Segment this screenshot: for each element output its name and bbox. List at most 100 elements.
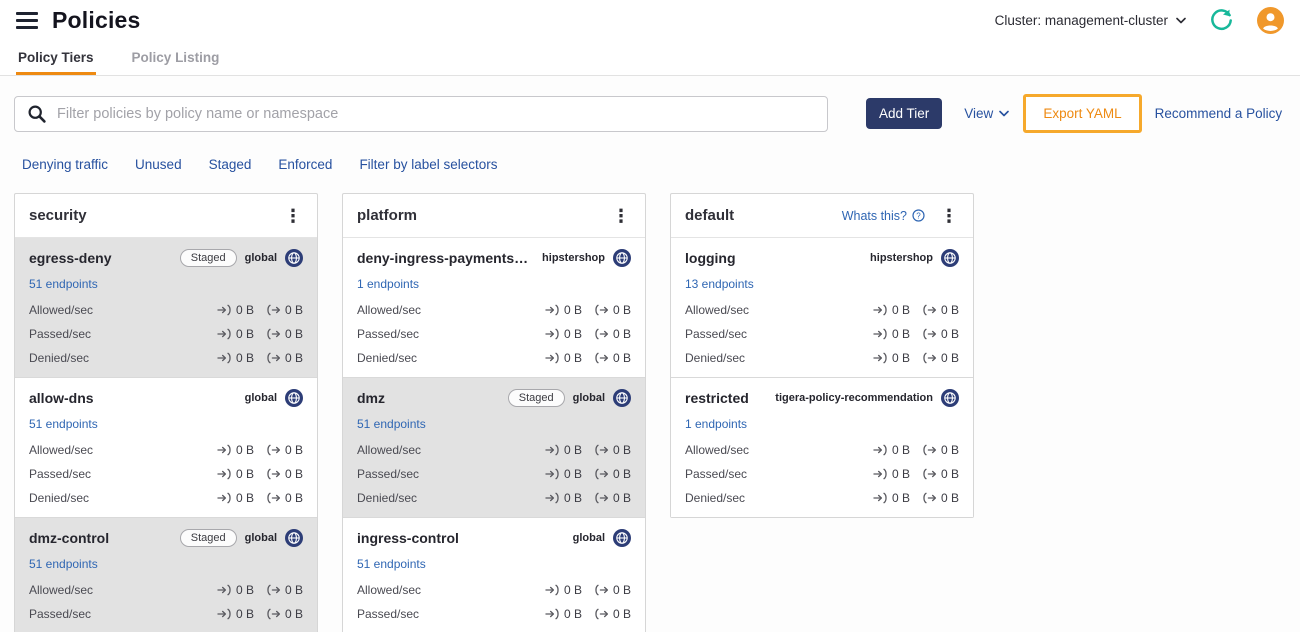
policy-metrics: Allowed/sec0 B0 BPassed/sec0 B0 BDenied/… (357, 443, 631, 505)
metric-ingress-value: 0 B (873, 303, 910, 317)
add-tier-button[interactable]: Add Tier (866, 98, 943, 129)
metric-ingress-value: 0 B (217, 583, 254, 597)
metric-egress-value: 0 B (266, 583, 303, 597)
endpoints-link[interactable]: 1 endpoints (357, 277, 419, 291)
filter-unused[interactable]: Unused (135, 157, 182, 172)
policy-metrics: Allowed/sec0 B0 BPassed/sec0 B0 BDenied/… (29, 303, 303, 365)
policy-meta: tigera-policy-recommendation (775, 389, 959, 407)
metric-label: Passed/sec (29, 607, 92, 621)
metric-row: Passed/sec 0 B 0 B (685, 467, 959, 481)
search-input[interactable] (57, 105, 815, 122)
export-yaml-button[interactable]: Export YAML (1023, 94, 1142, 133)
metric-ingress-value: 0 B (545, 351, 582, 365)
metric-egress-value: 0 B (266, 327, 303, 341)
tab-policy-listing[interactable]: Policy Listing (130, 40, 222, 75)
policy-name: restricted (685, 390, 749, 406)
filter-staged[interactable]: Staged (209, 157, 252, 172)
metric-ingress-value: 0 B (545, 607, 582, 621)
app-header: Policies Cluster: management-cluster (0, 0, 1300, 40)
tier-actions: ⋮ (279, 205, 307, 227)
metric-label: Allowed/sec (29, 303, 94, 317)
kebab-menu-icon[interactable]: ⋮ (279, 205, 307, 227)
egress-arrow-icon (923, 304, 937, 316)
metric-egress-value: 0 B (922, 327, 959, 341)
ingress-arrow-icon (545, 468, 559, 480)
policy-board: security ⋮ egress-deny Staged global 51 … (14, 193, 1286, 632)
policy-card-restricted[interactable]: restricted tigera-policy-recommendation … (671, 378, 973, 517)
filter-label-selectors[interactable]: Filter by label selectors (359, 157, 497, 172)
egress-arrow-icon (267, 444, 281, 456)
policy-card-logging[interactable]: logging hipstershop 13 endpoints Allowed… (671, 238, 973, 378)
filter-enforced[interactable]: Enforced (278, 157, 332, 172)
user-avatar[interactable] (1257, 6, 1284, 34)
tier-column-default: default Whats this? ? ⋮ logging hipsters… (670, 193, 974, 518)
metric-row: Passed/sec 0 B 0 B (29, 327, 303, 341)
endpoints-link[interactable]: 51 endpoints (29, 277, 98, 291)
policy-card-deny-ingress-paymentservi[interactable]: deny-ingress-paymentservi... hipstershop… (343, 238, 645, 378)
egress-arrow-icon (595, 492, 609, 504)
tab-policy-tiers[interactable]: Policy Tiers (16, 40, 96, 75)
metric-label: Allowed/sec (685, 303, 750, 317)
view-button[interactable]: View (964, 106, 1010, 121)
egress-arrow-icon (595, 444, 609, 456)
metric-label: Passed/sec (29, 327, 92, 341)
header-actions: Cluster: management-cluster (995, 6, 1284, 34)
metric-ingress-value: 0 B (217, 467, 254, 481)
metric-row: Passed/sec 0 B 0 B (357, 467, 631, 481)
filter-denying-traffic[interactable]: Denying traffic (22, 157, 108, 172)
endpoints-link[interactable]: 51 endpoints (357, 557, 426, 571)
metric-egress-value: 0 B (922, 351, 959, 365)
metric-row: Denied/sec 0 B 0 B (29, 491, 303, 505)
policy-meta: hipstershop (870, 249, 959, 267)
endpoints-link[interactable]: 51 endpoints (357, 417, 426, 431)
egress-arrow-icon (267, 468, 281, 480)
history-icon (1211, 8, 1232, 30)
policy-title-row: restricted tigera-policy-recommendation (685, 388, 959, 408)
page-title: Policies (52, 6, 141, 33)
globe-icon (285, 389, 303, 407)
metric-label: Passed/sec (357, 467, 420, 481)
metric-row: Passed/sec 0 B 0 B (685, 327, 959, 341)
tier-policy-list: egress-deny Staged global 51 endpoints A… (15, 238, 317, 632)
globe-icon (941, 389, 959, 407)
policy-card-allow-dns[interactable]: allow-dns global 51 endpoints Allowed/se… (15, 378, 317, 518)
metric-row: Denied/sec 0 B 0 B (685, 491, 959, 505)
metric-row: Allowed/sec 0 B 0 B (29, 443, 303, 457)
policy-name: deny-ingress-paymentservi... (357, 250, 535, 266)
metric-row: Passed/sec 0 B 0 B (357, 607, 631, 621)
policy-card-ingress-control[interactable]: ingress-control global 51 endpoints Allo… (343, 518, 645, 632)
policy-card-dmz[interactable]: dmz Staged global 51 endpoints Allowed/s… (343, 378, 645, 518)
chevron-down-icon (999, 110, 1010, 117)
endpoints-link[interactable]: 13 endpoints (685, 277, 754, 291)
metric-ingress-value: 0 B (217, 327, 254, 341)
kebab-menu-icon[interactable]: ⋮ (607, 205, 635, 227)
globe-icon (285, 249, 303, 267)
policy-scope: global (572, 392, 605, 404)
policy-title-row: logging hipstershop (685, 248, 959, 268)
history-button[interactable] (1208, 7, 1235, 34)
cluster-selector[interactable]: Cluster: management-cluster (995, 13, 1186, 28)
metric-egress-value: 0 B (266, 351, 303, 365)
policy-scope: global (244, 252, 277, 264)
policy-name: egress-deny (29, 250, 112, 266)
metric-egress-value: 0 B (922, 491, 959, 505)
view-button-label: View (964, 106, 994, 121)
kebab-menu-icon[interactable]: ⋮ (935, 205, 963, 227)
user-avatar-icon (1257, 6, 1284, 34)
endpoints-link[interactable]: 51 endpoints (29, 557, 98, 571)
tier-column-security: security ⋮ egress-deny Staged global 51 … (14, 193, 318, 632)
whats-this-link[interactable]: Whats this? ? (842, 209, 925, 223)
endpoints-link[interactable]: 1 endpoints (685, 417, 747, 431)
metric-row: Allowed/sec 0 B 0 B (685, 303, 959, 317)
metric-egress-value: 0 B (594, 351, 631, 365)
policy-meta: global (245, 389, 303, 407)
endpoints-link[interactable]: 51 endpoints (29, 417, 98, 431)
metric-egress-value: 0 B (266, 607, 303, 621)
policy-card-dmz-control[interactable]: dmz-control Staged global 51 endpoints A… (15, 518, 317, 632)
policy-meta: Staged global (179, 529, 303, 547)
policy-name: dmz-control (29, 530, 110, 546)
recommend-policy-link[interactable]: Recommend a Policy (1155, 106, 1283, 121)
hamburger-menu-icon[interactable] (16, 10, 38, 31)
egress-arrow-icon (267, 584, 281, 596)
policy-card-egress-deny[interactable]: egress-deny Staged global 51 endpoints A… (15, 238, 317, 378)
